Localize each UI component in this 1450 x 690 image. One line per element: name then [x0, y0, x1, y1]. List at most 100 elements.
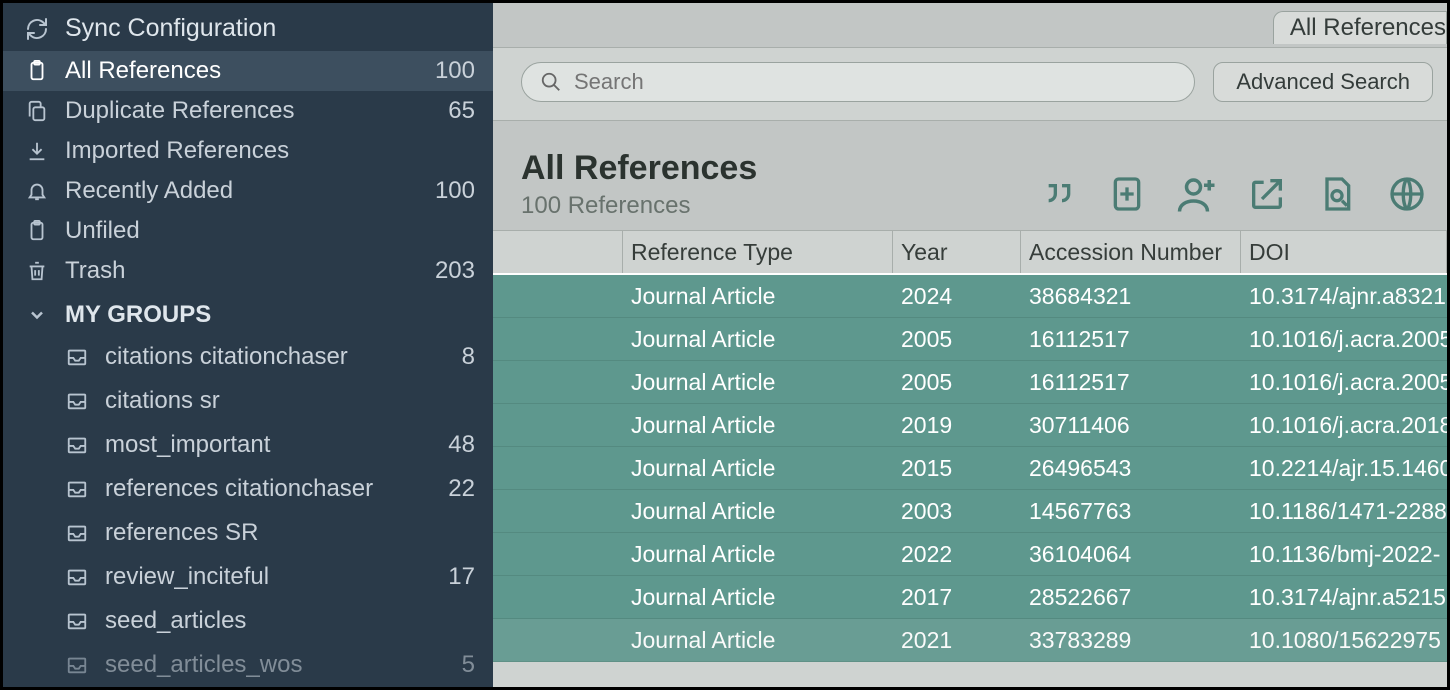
add-reference-icon[interactable] — [1105, 172, 1149, 216]
group-count: 22 — [448, 475, 475, 503]
table-body: Journal Article 2024 38684321 10.3174/aj… — [493, 275, 1447, 687]
table-row[interactable]: Journal Article 2015 26496543 10.2214/aj… — [493, 447, 1447, 490]
sidebar-group-item[interactable]: citations sr — [3, 379, 493, 423]
cell-year: 2019 — [893, 412, 1021, 439]
cell-reference-type: Journal Article — [623, 541, 893, 568]
search-input[interactable] — [574, 69, 1176, 95]
group-label: seed_articles_wos — [105, 651, 448, 679]
search-field-wrap[interactable] — [521, 62, 1195, 102]
sidebar-item-imported-references[interactable]: Imported References — [3, 131, 493, 171]
group-count: 17 — [448, 563, 475, 591]
sidebar-item-label: Trash — [65, 257, 421, 285]
sidebar-item-recently-added[interactable]: Recently Added 100 — [3, 171, 493, 211]
sidebar-item-count: 65 — [448, 97, 475, 125]
clipboard-icon — [23, 60, 51, 82]
toolbar — [1035, 172, 1429, 220]
sidebar-item-label: Recently Added — [65, 177, 421, 205]
cell-accession: 38684321 — [1021, 283, 1241, 310]
inbox-icon — [63, 478, 91, 500]
tab-all-references[interactable]: All References — [1273, 11, 1447, 44]
search-icon — [540, 71, 562, 93]
table-row[interactable]: Journal Article 2005 16112517 10.1016/j.… — [493, 318, 1447, 361]
sidebar-group-item[interactable]: seed_articles — [3, 599, 493, 643]
cell-year: 2017 — [893, 584, 1021, 611]
table-row[interactable]: Journal Article 2019 30711406 10.1016/j.… — [493, 404, 1447, 447]
table-row[interactable]: Journal Article 2021 33783289 10.1080/15… — [493, 619, 1447, 662]
sidebar-group-item[interactable]: seed_articles_wos 5 — [3, 643, 493, 687]
cell-accession: 26496543 — [1021, 455, 1241, 482]
chevron-down-icon — [23, 305, 51, 325]
sidebar-group-item[interactable]: citations citationchaser 8 — [3, 335, 493, 379]
globe-icon[interactable] — [1385, 172, 1429, 216]
cell-reference-type: Journal Article — [623, 369, 893, 396]
table-row[interactable]: Journal Article 2024 38684321 10.3174/aj… — [493, 275, 1447, 318]
cell-accession: 36104064 — [1021, 541, 1241, 568]
cell-reference-type: Journal Article — [623, 455, 893, 482]
inbox-icon — [63, 566, 91, 588]
cell-year: 2005 — [893, 326, 1021, 353]
sidebar-item-count: 100 — [435, 57, 475, 85]
sidebar-group-item[interactable]: most_important 48 — [3, 423, 493, 467]
table-row[interactable]: Journal Article 2022 36104064 10.1136/bm… — [493, 533, 1447, 576]
sidebar: Sync Configuration All References 100 Du… — [3, 3, 493, 687]
topbar: All References — [493, 3, 1447, 47]
cell-year: 2005 — [893, 369, 1021, 396]
sidebar-group-item[interactable]: references SR — [3, 511, 493, 555]
col-accession-number[interactable]: Accession Number — [1021, 231, 1241, 273]
trash-icon — [23, 260, 51, 282]
sidebar-item-duplicate-references[interactable]: Duplicate References 65 — [3, 91, 493, 131]
inbox-icon — [63, 434, 91, 456]
quote-icon[interactable] — [1035, 172, 1079, 216]
table-row[interactable]: Journal Article 2003 14567763 10.1186/14… — [493, 490, 1447, 533]
cell-doi: 10.1136/bmj-2022- — [1241, 541, 1447, 568]
table-row[interactable]: Journal Article 2017 28522667 10.3174/aj… — [493, 576, 1447, 619]
sidebar-item-label: Duplicate References — [65, 97, 434, 125]
cell-reference-type: Journal Article — [623, 326, 893, 353]
page-title: All References — [521, 149, 757, 188]
share-icon[interactable] — [1245, 172, 1289, 216]
sidebar-group-item[interactable]: references citationchaser 22 — [3, 467, 493, 511]
clipboard-icon — [23, 220, 51, 242]
sidebar-item-trash[interactable]: Trash 203 — [3, 251, 493, 291]
col-reference-type[interactable]: Reference Type — [623, 231, 893, 273]
groups-header-label: MY GROUPS — [65, 301, 475, 329]
group-label: references SR — [105, 519, 461, 547]
inbox-icon — [63, 346, 91, 368]
table-row[interactable]: Journal Article 2005 16112517 10.1016/j.… — [493, 361, 1447, 404]
bell-icon — [23, 180, 51, 202]
sidebar-item-label: Imported References — [65, 137, 461, 165]
sidebar-item-all-references[interactable]: All References 100 — [3, 51, 493, 91]
cell-doi: 10.1016/j.acra.2005 — [1241, 326, 1447, 353]
cell-year: 2022 — [893, 541, 1021, 568]
cell-year: 2003 — [893, 498, 1021, 525]
copy-icon — [23, 100, 51, 122]
group-label: most_important — [105, 431, 434, 459]
heading-row: All References 100 References — [493, 121, 1447, 230]
cell-reference-type: Journal Article — [623, 498, 893, 525]
sidebar-item-count: 203 — [435, 257, 475, 285]
cell-reference-type: Journal Article — [623, 412, 893, 439]
col-blank[interactable] — [493, 231, 623, 273]
main-panel: All References Advanced Search All Refer… — [493, 3, 1447, 687]
col-year[interactable]: Year — [893, 231, 1021, 273]
group-count: 48 — [448, 431, 475, 459]
inbox-icon — [63, 654, 91, 676]
cell-accession: 16112517 — [1021, 326, 1241, 353]
sidebar-groups-header[interactable]: MY GROUPS — [3, 295, 493, 335]
inbox-icon — [63, 610, 91, 632]
group-count: 8 — [462, 343, 475, 371]
sync-configuration[interactable]: Sync Configuration — [3, 3, 493, 51]
cell-doi: 10.1080/15622975 — [1241, 627, 1447, 654]
sidebar-group-item[interactable]: review_inciteful 17 — [3, 555, 493, 599]
sidebar-item-unfiled[interactable]: Unfiled — [3, 211, 493, 251]
group-label: review_inciteful — [105, 563, 434, 591]
advanced-search-button[interactable]: Advanced Search — [1213, 62, 1433, 102]
col-doi[interactable]: DOI — [1241, 231, 1447, 273]
page-subtitle: 100 References — [521, 192, 757, 220]
add-person-icon[interactable] — [1175, 172, 1219, 216]
find-in-page-icon[interactable] — [1315, 172, 1359, 216]
group-count: 5 — [462, 651, 475, 679]
sync-icon — [23, 17, 51, 41]
references-table: Reference Type Year Accession Number DOI… — [493, 230, 1447, 687]
cell-accession: 33783289 — [1021, 627, 1241, 654]
